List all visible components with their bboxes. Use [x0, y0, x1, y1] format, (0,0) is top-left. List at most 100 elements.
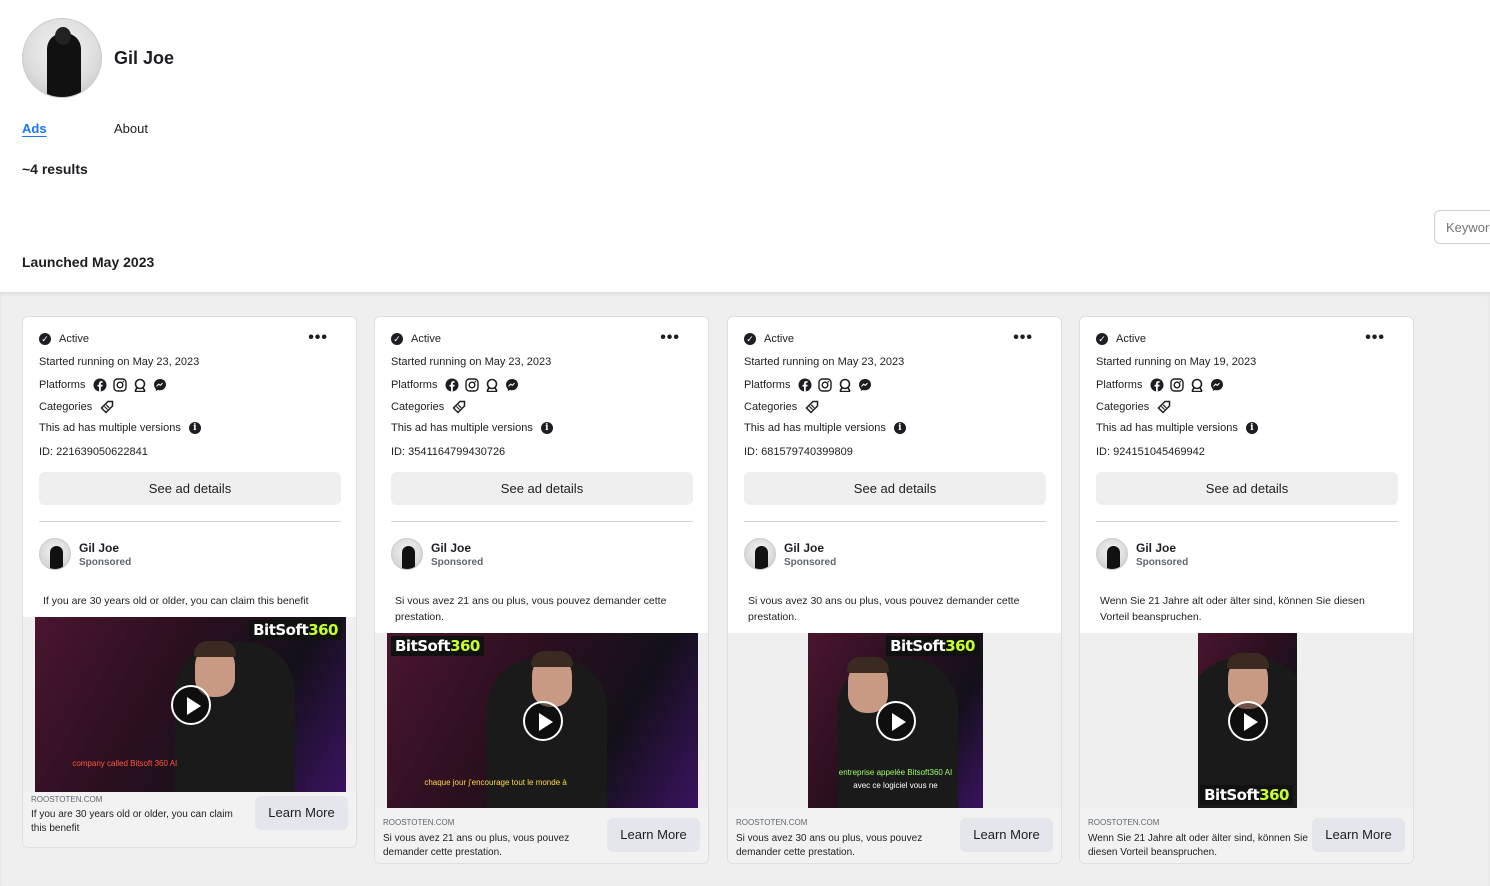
brand-logo: BitSoft360	[1200, 785, 1293, 805]
ad-status: ✓ Active	[744, 333, 794, 345]
video-hair	[531, 651, 573, 667]
advertiser-name[interactable]: Gil Joe	[784, 541, 824, 555]
video-subtitle: company called Bitsoft 360 AI	[72, 759, 178, 768]
tag-icon[interactable]	[805, 400, 819, 414]
started-running: Started running on May 23, 2023	[744, 356, 905, 368]
categories-label: Categories	[744, 401, 798, 413]
categories-row: Categories	[1096, 400, 1171, 414]
platforms-label: Platforms	[391, 379, 438, 391]
ad-video[interactable]: BitSoft360 company called Bitsoft 360 AI	[35, 617, 346, 792]
see-ad-details-button[interactable]: See ad details	[1096, 472, 1398, 505]
page-avatar[interactable]	[22, 18, 102, 98]
info-icon[interactable]: i	[540, 422, 553, 434]
multiple-versions-label: This ad has multiple versions	[391, 422, 533, 434]
tag-icon[interactable]	[1157, 400, 1171, 414]
instagram-icon	[465, 378, 480, 392]
link-caption[interactable]: Si vous avez 21 ans ou plus, vous pouvez…	[383, 832, 603, 860]
messenger-icon	[154, 379, 167, 391]
more-icon[interactable]: •••	[308, 329, 328, 347]
ad-media[interactable]: BitSoft360 company called Bitsoft 360 AI	[23, 617, 356, 792]
info-icon[interactable]: i	[188, 422, 201, 434]
ad-id: ID: 3541164799430726	[391, 446, 506, 458]
link-caption[interactable]: If you are 30 years old or older, you ca…	[31, 808, 251, 836]
advertiser-avatar[interactable]	[39, 538, 71, 570]
info-icon[interactable]: i	[893, 422, 906, 434]
see-ad-details-button[interactable]: See ad details	[39, 472, 341, 505]
tab-about[interactable]: About	[114, 121, 148, 136]
ad-id: ID: 924151045469942	[1096, 446, 1205, 458]
check-icon: ✓	[391, 333, 403, 345]
ad-body-text: If you are 30 years old or older, you ca…	[43, 595, 309, 607]
link-domain[interactable]: ROOSTOTEN.COM	[31, 795, 102, 804]
learn-more-button[interactable]: Learn More	[255, 796, 348, 830]
ad-media[interactable]: BitSoft360 chaque jour j'encourage tout …	[375, 633, 708, 808]
play-icon[interactable]	[1227, 700, 1268, 741]
keyword-search-input[interactable]	[1434, 210, 1490, 244]
tag-icon[interactable]	[452, 400, 466, 414]
platforms-label: Platforms	[39, 379, 86, 391]
advertiser-name[interactable]: Gil Joe	[79, 541, 119, 555]
play-icon[interactable]	[522, 700, 563, 741]
categories-label: Categories	[391, 401, 445, 413]
info-icon[interactable]: i	[1245, 422, 1258, 434]
tag-icon[interactable]	[100, 400, 114, 414]
platforms-row: Platforms	[391, 378, 519, 392]
link-caption[interactable]: Wenn Sie 21 Jahre alt oder älter sind, k…	[1088, 832, 1308, 860]
facebook-icon	[445, 378, 459, 392]
more-icon[interactable]: •••	[660, 329, 680, 347]
learn-more-button[interactable]: Learn More	[960, 818, 1053, 852]
ad-video[interactable]: BitSoft360	[1198, 633, 1297, 808]
brand-logo: BitSoft360	[886, 636, 979, 656]
ad-video[interactable]: BitSoft360 chaque jour j'encourage tout …	[387, 633, 698, 808]
status-label: Active	[411, 333, 441, 345]
facebook-icon	[93, 378, 107, 392]
page-header: Gil Joe Ads About ~4 results Launched Ma…	[0, 0, 1490, 292]
more-icon[interactable]: •••	[1365, 329, 1385, 347]
see-ad-details-button[interactable]: See ad details	[744, 472, 1046, 505]
link-domain[interactable]: ROOSTOTEN.COM	[1088, 818, 1159, 827]
categories-row: Categories	[744, 400, 819, 414]
messenger-icon	[1211, 379, 1224, 391]
learn-more-button[interactable]: Learn More	[1312, 818, 1405, 852]
categories-label: Categories	[39, 401, 93, 413]
advertiser-name[interactable]: Gil Joe	[1136, 541, 1176, 555]
play-icon[interactable]	[875, 700, 916, 741]
status-label: Active	[1116, 333, 1146, 345]
more-icon[interactable]: •••	[1013, 329, 1033, 347]
tab-ads[interactable]: Ads	[22, 121, 47, 136]
sponsored-label: Sponsored	[79, 557, 132, 568]
divider	[744, 521, 1046, 522]
link-caption[interactable]: Si vous avez 30 ans ou plus, vous pouvez…	[736, 832, 956, 860]
multiple-versions-label: This ad has multiple versions	[39, 422, 181, 434]
ad-info: ✓ Active ••• Started running on May 23, …	[728, 317, 1061, 593]
see-ad-details-button[interactable]: See ad details	[391, 472, 693, 505]
learn-more-button[interactable]: Learn More	[607, 818, 700, 852]
brand-logo: BitSoft360	[249, 620, 342, 640]
ad-card: ✓ Active ••• Started running on May 23, …	[22, 316, 357, 848]
advertiser-avatar[interactable]	[391, 538, 423, 570]
ad-media[interactable]: BitSoft360	[1080, 633, 1413, 808]
facebook-icon	[798, 378, 812, 392]
ad-footer: ROOSTOTEN.COM Wenn Sie 21 Jahre alt oder…	[1080, 808, 1413, 863]
platforms-label: Platforms	[1096, 379, 1143, 391]
video-hair	[194, 641, 236, 657]
link-domain[interactable]: ROOSTOTEN.COM	[383, 818, 454, 827]
advertiser-avatar[interactable]	[744, 538, 776, 570]
divider	[39, 521, 341, 522]
ad-media[interactable]: BitSoft360 entreprise appelée Bitsoft360…	[728, 633, 1061, 808]
check-icon: ✓	[1096, 333, 1108, 345]
messenger-icon	[859, 379, 872, 391]
page-title[interactable]: Gil Joe	[114, 48, 174, 69]
advertiser-name[interactable]: Gil Joe	[431, 541, 471, 555]
video-subtitle: entreprise appelée Bitsoft360 AI	[838, 768, 953, 777]
ad-id: ID: 221639050622841	[39, 446, 148, 458]
facebook-icon	[1150, 378, 1164, 392]
sponsored-label: Sponsored	[1136, 557, 1189, 568]
ad-video[interactable]: BitSoft360 entreprise appelée Bitsoft360…	[808, 633, 983, 808]
started-running: Started running on May 23, 2023	[391, 356, 552, 368]
advertiser-avatar[interactable]	[1096, 538, 1128, 570]
link-domain[interactable]: ROOSTOTEN.COM	[736, 818, 807, 827]
ad-info: ✓ Active ••• Started running on May 19, …	[1080, 317, 1413, 593]
play-icon[interactable]	[170, 684, 211, 725]
ad-body-text: Si vous avez 21 ans ou plus, vous pouvez…	[395, 595, 667, 623]
